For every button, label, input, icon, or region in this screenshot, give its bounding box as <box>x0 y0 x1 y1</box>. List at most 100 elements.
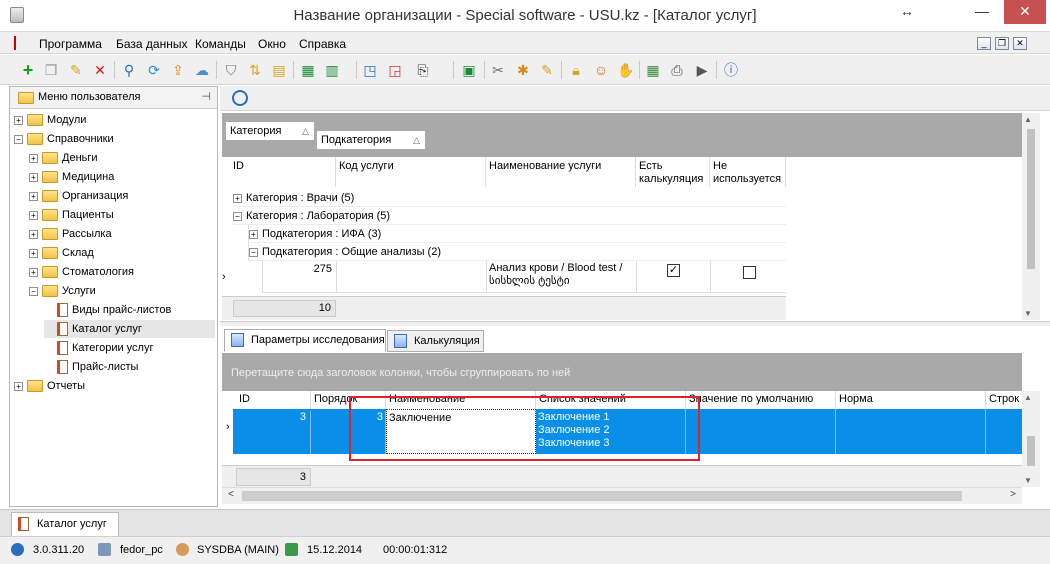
vertical-scrollbar[interactable]: ▲ ▼ <box>1022 391 1040 487</box>
tree-item-11[interactable]: Виды прайс-листов <box>44 301 215 319</box>
expand-icon[interactable]: + <box>29 267 38 277</box>
scroll-up-icon[interactable]: ▲ <box>1024 393 1032 402</box>
mdi-minimize-button[interactable]: _ <box>977 37 991 50</box>
scrollbar-thumb[interactable] <box>1027 129 1035 269</box>
group-panel-hint[interactable]: Перетащите сюда заголовок колонки, чтобы… <box>222 353 1022 391</box>
cell-id[interactable]: 275 <box>263 261 337 293</box>
expand-icon[interactable]: + <box>29 172 38 182</box>
table-icon[interactable]: ▥ <box>324 62 340 78</box>
cell-default[interactable] <box>686 409 836 454</box>
tree-item-3[interactable]: + Деньги <box>29 149 215 167</box>
scrollbar-thumb[interactable] <box>242 491 962 501</box>
filter-icon[interactable]: ⛉ <box>223 62 239 78</box>
spreadsheet-icon[interactable]: ▦ <box>645 62 661 78</box>
expand-icon[interactable]: + <box>14 381 23 391</box>
rename-icon[interactable]: ✎ <box>539 62 555 78</box>
tab-calculation[interactable]: Калькуляция <box>387 330 484 352</box>
group-chip-subcategory[interactable]: Подкатегория △ <box>316 130 426 150</box>
calendar-icon[interactable]: ▣ <box>461 62 477 78</box>
group-row-laboratory[interactable]: − Категория : Лаборатория (5) <box>233 207 786 225</box>
vertical-scrollbar[interactable]: ▲ ▼ <box>1022 113 1040 320</box>
tree-item-5[interactable]: + Организация <box>29 187 215 205</box>
copy-icon[interactable]: ❐ <box>43 62 59 78</box>
comment-icon[interactable]: ☁ <box>194 62 210 78</box>
menu-program[interactable]: Программа <box>39 37 102 51</box>
pin-icon[interactable]: ⊣ <box>201 90 211 103</box>
new-doc-icon[interactable]: ◲ <box>387 62 403 78</box>
group-row-doctors[interactable]: + Категория : Врачи (5) <box>233 189 786 207</box>
tab-research-params[interactable]: Параметры исследования <box>224 329 386 352</box>
tree-item-12[interactable]: Каталог услуг <box>44 320 215 338</box>
scrollbar-thumb[interactable] <box>1027 436 1035 466</box>
collapse-icon[interactable]: − <box>249 247 258 257</box>
menu-window[interactable]: Окно <box>258 37 286 51</box>
column-header-id[interactable]: ID <box>236 391 311 409</box>
users-icon[interactable]: ☺ <box>593 62 609 78</box>
tree-item-13[interactable]: Категории услуг <box>44 339 215 357</box>
tree-item-9[interactable]: + Стоматология <box>29 263 215 281</box>
play-icon[interactable]: ▶ <box>694 62 710 78</box>
has-calc-checkbox[interactable]: ✓ <box>667 264 680 277</box>
mdi-restore-button[interactable]: ❐ <box>995 37 1009 50</box>
column-header-name[interactable]: Наименование услуги <box>486 157 636 187</box>
scroll-right-icon[interactable]: > <box>1010 489 1016 500</box>
mdi-close-button[interactable]: ✕ <box>1013 37 1027 50</box>
tree-item-6[interactable]: + Пациенты <box>29 206 215 224</box>
horizontal-scrollbar[interactable]: < > <box>222 487 1022 504</box>
column-header-not-used[interactable]: Не используется <box>710 157 786 187</box>
edit-icon[interactable]: ✎ <box>68 62 84 78</box>
menu-commands[interactable]: Команды <box>195 37 246 51</box>
cell-has-calc[interactable]: ✓ <box>637 261 711 293</box>
scroll-up-icon[interactable]: ▲ <box>1024 115 1032 124</box>
group-chip-category[interactable]: Категория △ <box>225 121 315 141</box>
group-icon[interactable]: ▤ <box>271 62 287 78</box>
menu-help[interactable]: Справка <box>299 37 346 51</box>
tree-item-15[interactable]: + Отчеты <box>14 377 215 395</box>
cell-name[interactable]: Анализ крови / Blood test / სისხლის ტესტ… <box>487 261 637 293</box>
document-tab[interactable]: Каталог услуг <box>11 512 119 536</box>
column-header-norm[interactable]: Норма <box>836 391 986 409</box>
print-menu-icon[interactable]: ⎘ <box>415 62 431 78</box>
search-icon[interactable]: ⚲ <box>121 62 137 78</box>
minimize-button[interactable]: — <box>964 0 1000 24</box>
tree-item-7[interactable]: + Рассылка <box>29 225 215 243</box>
cell-code[interactable] <box>337 261 487 293</box>
column-header-default[interactable]: Значение по умолчанию <box>686 391 836 409</box>
splitter[interactable] <box>220 321 1050 326</box>
tree-item-4[interactable]: + Медицина <box>29 168 215 186</box>
tree-item-10[interactable]: − Услуги <box>29 282 215 300</box>
printer-icon[interactable]: ⎙ <box>669 62 685 78</box>
clock-icon[interactable] <box>232 90 248 106</box>
table-row[interactable]: 275 Анализ крови / Blood test / სისხლის … <box>262 261 786 293</box>
cell-norm[interactable] <box>836 409 986 454</box>
tree-item-14[interactable]: Прайс-листы <box>44 358 215 376</box>
info-icon[interactable]: ⓘ <box>723 62 739 78</box>
expand-icon[interactable]: + <box>29 153 38 163</box>
expand-icon[interactable]: + <box>29 191 38 201</box>
refresh-icon[interactable]: ⟳ <box>146 62 162 78</box>
expand-icon[interactable]: + <box>29 229 38 239</box>
excel-icon[interactable]: ▦ <box>300 62 316 78</box>
tree-item-2[interactable]: − Справочники <box>14 130 215 148</box>
export-icon[interactable]: ⇪ <box>170 62 186 78</box>
paint-icon[interactable]: ✱ <box>515 62 531 78</box>
group-row-ifa[interactable]: + Подкатегория : ИФА (3) <box>248 225 786 243</box>
cell-id[interactable]: 3 <box>236 411 311 454</box>
scroll-down-icon[interactable]: ▼ <box>1024 309 1032 318</box>
close-button[interactable]: ✕ <box>1004 0 1046 24</box>
sort-icon[interactable]: ⇅ <box>247 62 263 78</box>
group-row-general-tests[interactable]: − Подкатегория : Общие анализы (2) <box>248 243 786 261</box>
expand-icon[interactable]: + <box>233 193 242 203</box>
expand-icon[interactable]: + <box>29 248 38 258</box>
new-window-icon[interactable]: ◳ <box>362 62 378 78</box>
tree-item-1[interactable]: + Модули <box>14 111 215 129</box>
not-used-checkbox[interactable] <box>743 266 756 279</box>
expand-icon[interactable]: + <box>29 210 38 220</box>
menu-database[interactable]: База данных <box>116 37 187 51</box>
collapse-icon[interactable]: − <box>29 286 38 296</box>
column-header-has-calc[interactable]: Есть калькуляция <box>636 157 710 187</box>
scroll-left-icon[interactable]: < <box>228 489 234 500</box>
cell-not-used[interactable] <box>711 261 787 293</box>
handshake-icon[interactable]: ✋ <box>617 62 634 78</box>
tree-item-8[interactable]: + Склад <box>29 244 215 262</box>
